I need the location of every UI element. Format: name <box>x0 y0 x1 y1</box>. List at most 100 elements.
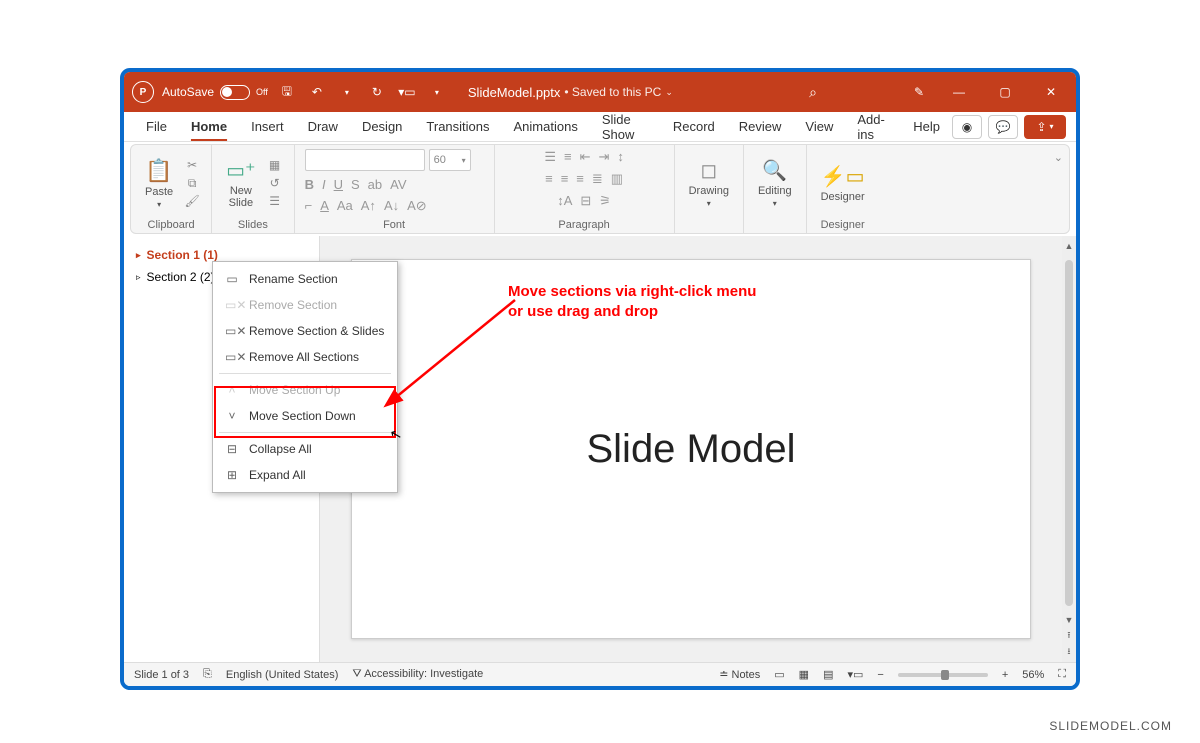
maximize-button[interactable]: ▢ <box>988 77 1022 107</box>
tab-slideshow[interactable]: Slide Show <box>590 106 661 148</box>
scroll-down-icon[interactable]: ▼ <box>1063 614 1075 626</box>
highlight-icon[interactable]: ⌐ <box>305 198 313 214</box>
tab-file[interactable]: File <box>134 113 179 140</box>
context-item-rename-section[interactable]: ▭Rename Section <box>213 266 397 292</box>
change-case-icon[interactable]: Aa <box>337 198 353 214</box>
copy-icon[interactable]: ⧉ <box>183 176 201 190</box>
status-bar: Slide 1 of 3 ⎘ English (United States) ⛛… <box>124 662 1076 686</box>
numbering-icon[interactable]: ≡ <box>564 149 572 165</box>
context-item-remove-section-slides[interactable]: ▭✕Remove Section & Slides <box>213 318 397 344</box>
format-painter-icon[interactable]: 🖌 <box>183 194 201 208</box>
designer-button[interactable]: ⚡▭ Designer <box>817 162 869 205</box>
fit-to-window-icon[interactable]: ⛶ <box>1058 668 1066 681</box>
ribbon-collapse-icon[interactable]: ⌄ <box>1048 145 1069 233</box>
strike-button[interactable]: S <box>351 177 360 192</box>
tab-help[interactable]: Help <box>901 113 952 140</box>
tab-transitions[interactable]: Transitions <box>414 113 501 140</box>
italic-button[interactable]: I <box>322 177 326 192</box>
minimize-button[interactable]: — <box>942 77 976 107</box>
underline-button[interactable]: U <box>334 177 343 192</box>
tab-view[interactable]: View <box>793 113 845 140</box>
context-item-remove-all-sections[interactable]: ▭✕Remove All Sections <box>213 344 397 370</box>
shrink-font-icon[interactable]: A↓ <box>384 198 399 214</box>
bullets-icon[interactable]: ☰ <box>544 149 556 165</box>
tab-home[interactable]: Home <box>179 113 239 140</box>
undo-icon[interactable]: ↶ <box>306 81 328 103</box>
text-direction-icon[interactable]: ↕A <box>557 193 572 209</box>
paste-button[interactable]: 📋 Paste ▾ <box>141 156 177 211</box>
scroll-up-icon[interactable]: ▲ <box>1063 240 1075 252</box>
context-item-label: Move Section Down <box>249 409 356 423</box>
align-right-icon[interactable]: ≡ <box>576 171 584 187</box>
save-icon[interactable]: 🖫 <box>276 81 298 103</box>
editing-button[interactable]: 🔍 Editing▾ <box>754 156 796 210</box>
mic-icon[interactable]: ✎ <box>908 81 930 103</box>
context-item-move-section-down[interactable]: ˅Move Section Down <box>213 403 397 429</box>
view-normal-icon[interactable]: ▭ <box>774 668 784 681</box>
context-item-expand-all[interactable]: ⊞Expand All <box>213 462 397 488</box>
smartart-icon[interactable]: ⚞ <box>599 193 611 209</box>
access-mode-icon[interactable]: ⎘ <box>203 668 212 681</box>
autosave-toggle[interactable]: AutoSave Off <box>162 85 268 100</box>
save-status[interactable]: • Saved to this PC <box>564 85 661 99</box>
indent-dec-icon[interactable]: ⇤ <box>580 149 591 165</box>
zoom-slider[interactable] <box>898 673 988 677</box>
view-reading-icon[interactable]: ▤ <box>823 668 833 681</box>
align-text-icon[interactable]: ⊟ <box>580 193 591 209</box>
vertical-scrollbar[interactable]: ▲ ▼ ⭱ ⭳ <box>1062 236 1076 662</box>
qab-dropdown-icon[interactable]: ▾ <box>426 81 448 103</box>
tab-design[interactable]: Design <box>350 113 414 140</box>
layout-icon[interactable]: ▦ <box>266 158 284 172</box>
clear-format-icon[interactable]: A⊘ <box>407 198 427 214</box>
zoom-in-button[interactable]: + <box>1002 669 1008 681</box>
font-family-select[interactable] <box>305 149 425 171</box>
align-left-icon[interactable]: ≡ <box>545 171 553 187</box>
present-icon[interactable]: ▾▭ <box>396 81 418 103</box>
grow-font-icon[interactable]: A↑ <box>361 198 376 214</box>
share-button[interactable]: ⇪ ▾ <box>1024 115 1066 139</box>
line-spacing-icon[interactable]: ↕ <box>617 149 624 165</box>
zoom-out-button[interactable]: − <box>877 669 883 681</box>
align-center-icon[interactable]: ≡ <box>561 171 569 187</box>
record-button[interactable]: ◉ <box>952 115 982 139</box>
next-slide-icon[interactable]: ⭳ <box>1063 646 1075 658</box>
notes-button[interactable]: ≐ Notes <box>719 668 760 681</box>
zoom-value[interactable]: 56% <box>1022 669 1044 681</box>
accessibility-status[interactable]: ⛛ Accessibility: Investigate <box>352 668 483 681</box>
drawing-button[interactable]: ◻ Drawing▾ <box>685 156 733 210</box>
context-menu-separator <box>219 373 391 374</box>
indent-inc-icon[interactable]: ⇥ <box>598 149 609 165</box>
view-sorter-icon[interactable]: ▦ <box>799 668 809 681</box>
context-item-collapse-all[interactable]: ⊟Collapse All <box>213 436 397 462</box>
tab-draw[interactable]: Draw <box>296 113 350 140</box>
columns-icon[interactable]: ▥ <box>611 171 623 187</box>
prev-slide-icon[interactable]: ⭱ <box>1063 630 1075 642</box>
charspacing-button[interactable]: AV <box>390 177 406 192</box>
new-slide-button[interactable]: ▭⁺ New Slide <box>222 156 259 211</box>
justify-icon[interactable]: ≣ <box>592 171 603 187</box>
shadow-button[interactable]: ab <box>368 177 382 192</box>
view-slideshow-icon[interactable]: ▾▭ <box>847 668 863 681</box>
cut-icon[interactable]: ✂ <box>183 158 201 172</box>
language-status[interactable]: English (United States) <box>226 669 339 681</box>
section-icon[interactable]: ☰ <box>266 194 284 208</box>
font-size-select[interactable]: 60▾ <box>429 149 471 171</box>
toggle-switch[interactable] <box>220 85 250 100</box>
search-icon[interactable]: ⌕ <box>802 81 824 103</box>
context-menu: ▭Rename Section▭✕Remove Section▭✕Remove … <box>212 261 398 493</box>
bold-button[interactable]: B <box>305 177 314 192</box>
font-color-icon[interactable]: A <box>320 198 329 214</box>
tab-animations[interactable]: Animations <box>502 113 590 140</box>
tab-insert[interactable]: Insert <box>239 113 296 140</box>
tab-record[interactable]: Record <box>661 113 727 140</box>
tab-review[interactable]: Review <box>727 113 794 140</box>
slide-counter[interactable]: Slide 1 of 3 <box>134 669 189 681</box>
undo-dropdown-icon[interactable]: ▾ <box>336 81 358 103</box>
scroll-thumb[interactable] <box>1065 260 1073 606</box>
close-button[interactable]: ✕ <box>1034 77 1068 107</box>
tab-addins[interactable]: Add-ins <box>845 106 901 148</box>
reset-icon[interactable]: ↺ <box>266 176 284 190</box>
comments-button[interactable]: 💬 <box>988 115 1018 139</box>
save-status-chevron-icon[interactable]: ⌄ <box>665 87 673 98</box>
redo-icon[interactable]: ↻ <box>366 81 388 103</box>
